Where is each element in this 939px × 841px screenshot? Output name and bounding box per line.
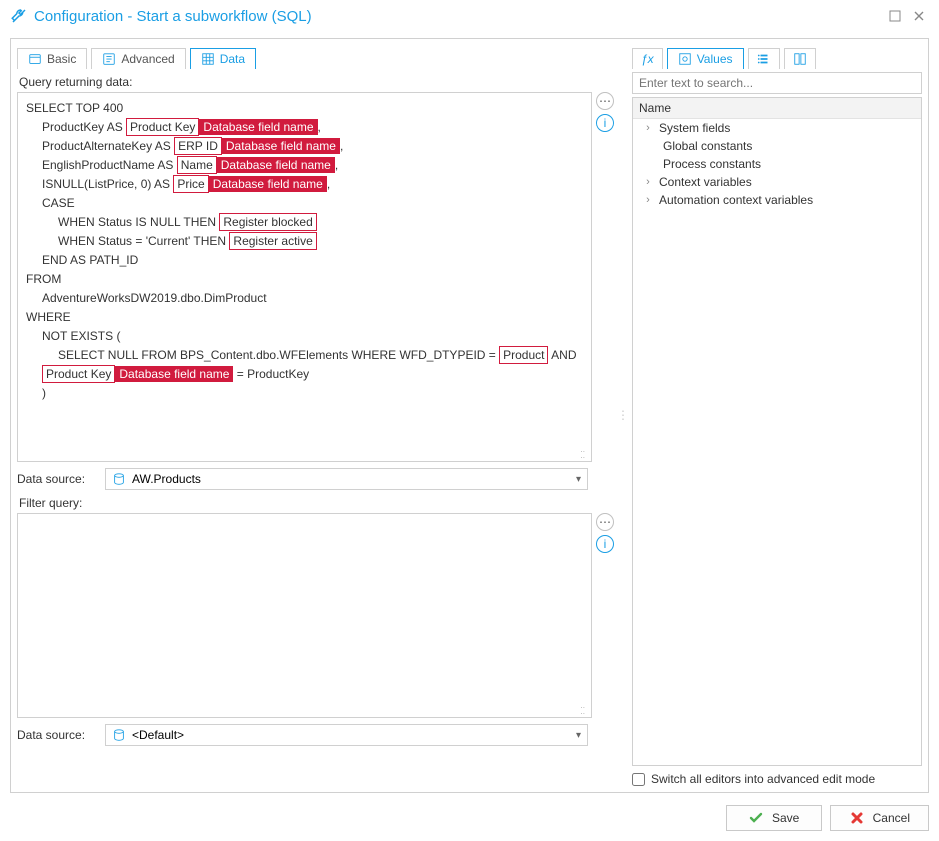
check-icon [748, 810, 764, 826]
title-bar: Configuration - Start a subworkflow (SQL… [0, 0, 939, 32]
values-tree[interactable]: Name › System fields Global constants Pr… [632, 97, 922, 766]
tab-data[interactable]: Data [190, 48, 256, 69]
search-input[interactable] [633, 73, 921, 93]
info-button-2[interactable]: i [596, 535, 614, 553]
advanced-mode-checkbox[interactable]: Switch all editors into advanced edit mo… [632, 772, 922, 786]
tree-header-name[interactable]: Name [633, 98, 921, 119]
tag-db-field[interactable]: Database field name [199, 119, 317, 135]
right-panel: ƒx Values Name › System fields Globa [632, 43, 922, 786]
expand-icon[interactable]: › [641, 121, 655, 135]
more-button[interactable]: ⋯ [596, 92, 614, 110]
data-icon [201, 52, 215, 66]
tab-values[interactable]: Values [667, 48, 744, 69]
close-window-button[interactable] [909, 6, 929, 26]
token-product-key-col[interactable]: Product Key [42, 365, 115, 383]
cancel-icon [849, 810, 865, 826]
tag-db-field[interactable]: Database field name [209, 176, 327, 192]
list-icon [757, 52, 771, 66]
tab-list[interactable] [748, 48, 780, 69]
advanced-icon [102, 52, 116, 66]
filter-label: Filter query: [19, 496, 614, 510]
token-erp-id[interactable]: ERP ID [174, 137, 222, 155]
tab-advanced-label: Advanced [121, 52, 174, 66]
fx-icon: ƒx [641, 52, 654, 66]
tab-fx[interactable]: ƒx [632, 48, 663, 69]
resize-grip-icon[interactable]: .... [581, 703, 587, 715]
sql-icon [112, 472, 126, 486]
wrench-icon [10, 7, 28, 25]
basic-icon [28, 52, 42, 66]
button-bar: Save Cancel [0, 799, 939, 841]
values-icon [678, 52, 692, 66]
expand-icon[interactable]: › [641, 193, 655, 207]
tag-db-field[interactable]: Database field name [217, 157, 335, 173]
token-price[interactable]: Price [173, 175, 208, 193]
dialog-body: Basic Advanced Data Query returning data… [10, 38, 929, 793]
chevron-down-icon: ▾ [576, 730, 581, 741]
data-source-label-2: Data source: [17, 728, 97, 742]
token-register-blocked[interactable]: Register blocked [219, 213, 316, 231]
save-button[interactable]: Save [726, 805, 822, 831]
tab-layout[interactable] [784, 48, 816, 69]
data-source-value-1: AW.Products [132, 472, 201, 486]
tree-item-context-variables[interactable]: › Context variables [633, 173, 921, 191]
query-label: Query returning data: [19, 75, 614, 89]
more-button-2[interactable]: ⋯ [596, 513, 614, 531]
token-name[interactable]: Name [177, 156, 217, 174]
maximize-button[interactable] [885, 6, 905, 26]
tab-data-label: Data [220, 52, 245, 66]
data-source-label-1: Data source: [17, 472, 97, 486]
data-source-value-2: <Default> [132, 728, 184, 742]
data-source-combo-1[interactable]: AW.Products ▾ [105, 468, 588, 490]
cancel-button[interactable]: Cancel [830, 805, 929, 831]
left-tabs: Basic Advanced Data [17, 43, 614, 69]
data-source-combo-2[interactable]: <Default> ▾ [105, 724, 588, 746]
tag-db-field[interactable]: Database field name [115, 366, 233, 382]
splitter-handle[interactable]: ⋮ [620, 43, 626, 786]
tree-item-system-fields[interactable]: › System fields [633, 119, 921, 137]
tab-advanced[interactable]: Advanced [91, 48, 185, 69]
expand-icon[interactable]: › [641, 175, 655, 189]
token-product-key[interactable]: Product Key [126, 118, 199, 136]
search-box[interactable] [632, 72, 922, 94]
query-editor[interactable]: SELECT TOP 400 ProductKey AS Product Key… [17, 92, 592, 462]
tag-db-field[interactable]: Database field name [222, 138, 340, 154]
tab-values-label: Values [697, 52, 733, 66]
window-title: Configuration - Start a subworkflow (SQL… [34, 8, 312, 25]
tree-item-global-constants[interactable]: Global constants [633, 137, 921, 155]
resize-grip-icon[interactable]: .... [581, 447, 587, 459]
tree-item-automation-context[interactable]: › Automation context variables [633, 191, 921, 209]
tab-basic[interactable]: Basic [17, 48, 87, 69]
left-panel: Basic Advanced Data Query returning data… [17, 43, 614, 786]
token-register-active[interactable]: Register active [229, 232, 316, 250]
layout-icon [793, 52, 807, 66]
tree-item-process-constants[interactable]: Process constants [633, 155, 921, 173]
tab-basic-label: Basic [47, 52, 76, 66]
sql-icon [112, 728, 126, 742]
filter-editor[interactable]: .... [17, 513, 592, 718]
info-button[interactable]: i [596, 114, 614, 132]
token-product-dtype[interactable]: Product [499, 346, 548, 364]
chevron-down-icon: ▾ [576, 474, 581, 485]
right-tabs: ƒx Values [632, 43, 922, 69]
advanced-mode-input[interactable] [632, 773, 645, 786]
